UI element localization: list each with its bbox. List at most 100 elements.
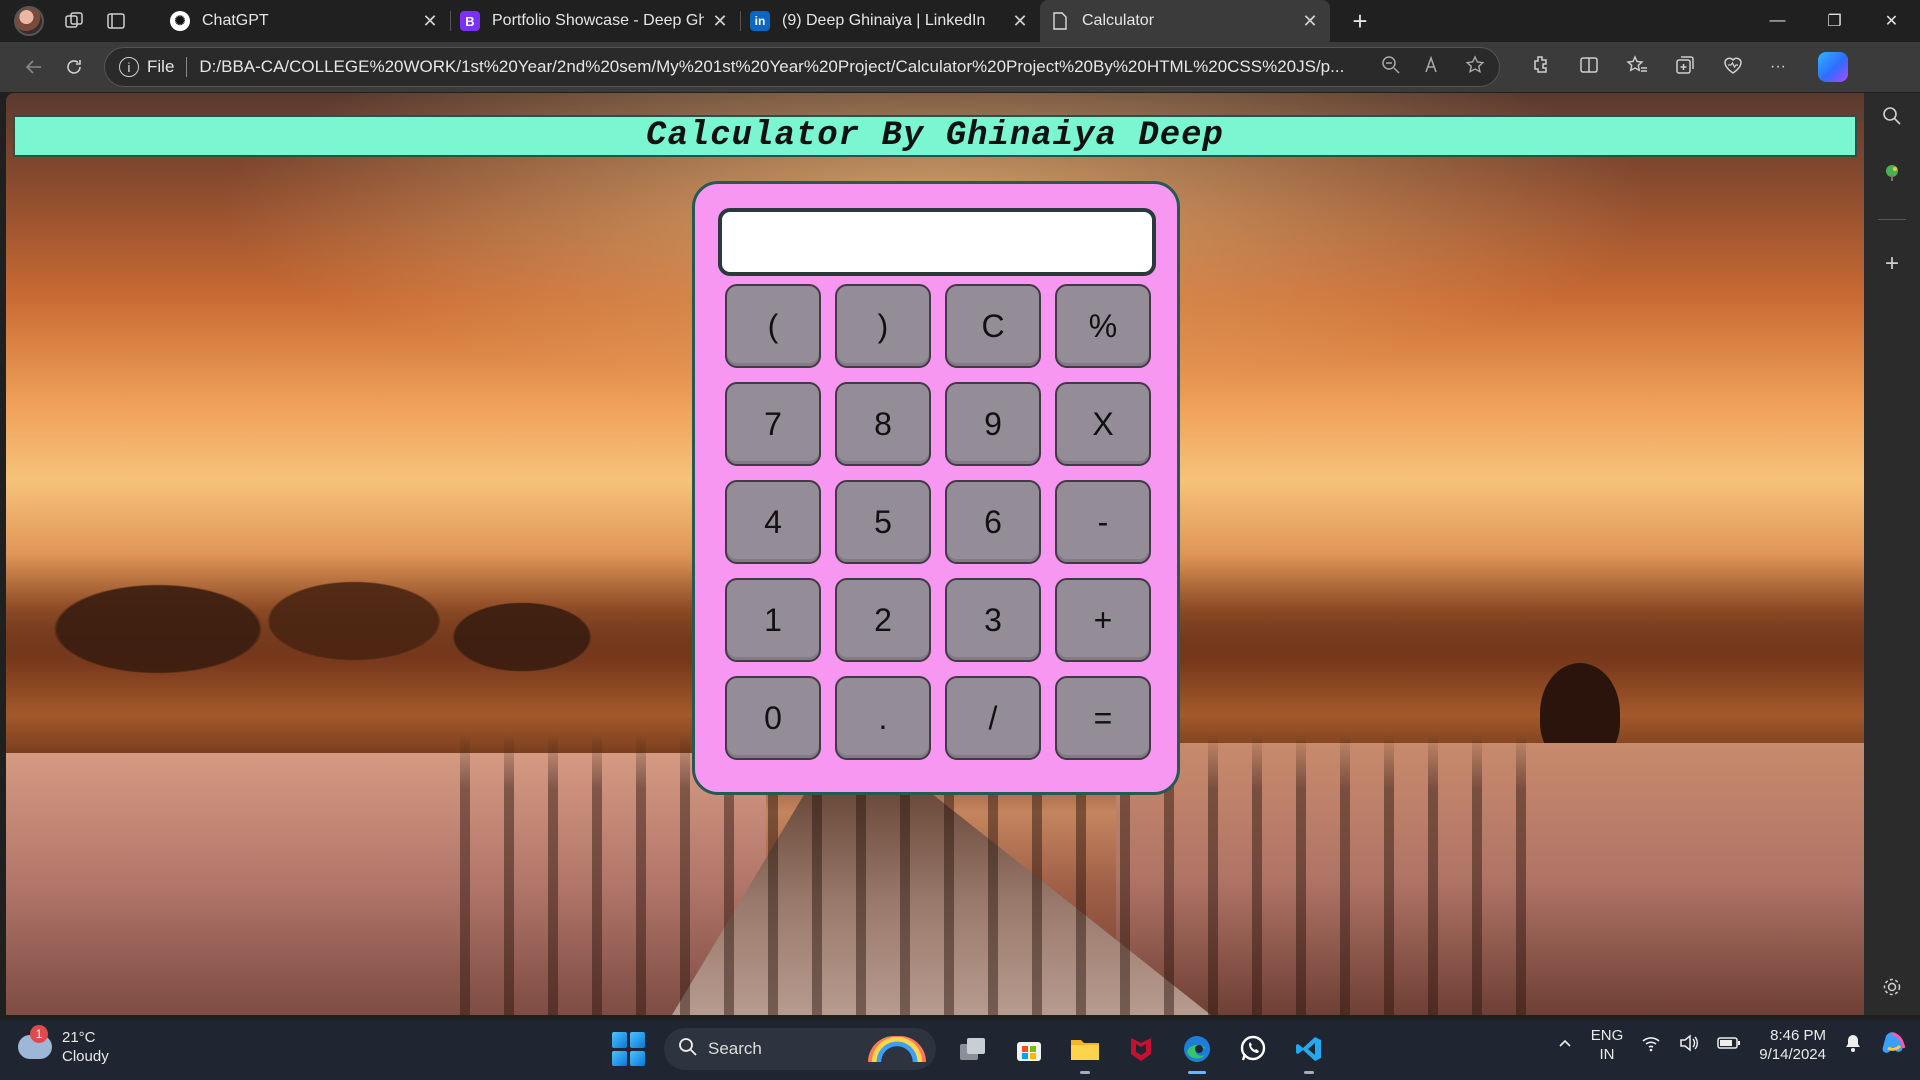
sidebar-tree-icon[interactable] bbox=[1881, 162, 1903, 189]
tab-portfolio[interactable]: B Portfolio Showcase - Deep Ghinaiya ✕ bbox=[450, 0, 740, 42]
page-icon bbox=[1050, 11, 1070, 31]
taskbar-center: Search bbox=[612, 1028, 1328, 1074]
key-2[interactable]: 2 bbox=[835, 578, 931, 662]
scheme-label: File bbox=[147, 57, 175, 76]
language-code: ENG bbox=[1590, 1027, 1624, 1044]
extensions-icon[interactable] bbox=[1530, 54, 1552, 81]
copilot-icon[interactable] bbox=[1817, 52, 1848, 82]
workspaces-icon[interactable] bbox=[62, 9, 86, 33]
zoom-out-icon[interactable] bbox=[1381, 55, 1401, 80]
key-multiply[interactable]: X bbox=[1055, 382, 1151, 466]
page-viewport: Calculator By Ghinaiya Deep ( ) C % 7 8 … bbox=[6, 93, 1864, 1015]
key-divide[interactable]: / bbox=[945, 676, 1041, 760]
key-add[interactable]: + bbox=[1055, 578, 1151, 662]
weather-text: 21°C Cloudy bbox=[62, 1028, 109, 1066]
address-actions bbox=[1381, 54, 1485, 80]
system-clock[interactable]: 8:46 PM 9/14/2024 bbox=[1759, 1026, 1826, 1064]
key-1[interactable]: 1 bbox=[725, 578, 821, 662]
sidebar-separator bbox=[1878, 219, 1906, 220]
key-5[interactable]: 5 bbox=[835, 480, 931, 564]
key-9[interactable]: 9 bbox=[945, 382, 1041, 466]
file-explorer-icon[interactable] bbox=[1066, 1030, 1104, 1074]
wifi-icon[interactable] bbox=[1641, 1034, 1661, 1056]
site-info-icon[interactable]: i bbox=[119, 57, 139, 77]
split-screen-icon[interactable] bbox=[1578, 54, 1600, 81]
key-8[interactable]: 8 bbox=[835, 382, 931, 466]
tab-title: Portfolio Showcase - Deep Ghinaiya bbox=[492, 12, 704, 29]
linkedin-icon: in bbox=[750, 11, 770, 31]
task-view-icon[interactable] bbox=[954, 1030, 992, 1068]
close-tab-icon[interactable]: ✕ bbox=[420, 11, 440, 31]
calculator: ( ) C % 7 8 9 X 4 5 6 - 1 2 3 + 0 . / = bbox=[692, 181, 1180, 795]
close-window-icon[interactable]: ✕ bbox=[1863, 0, 1920, 42]
favorite-star-icon[interactable] bbox=[1465, 54, 1485, 80]
clock-date: 9/14/2024 bbox=[1759, 1046, 1826, 1063]
whatsapp-icon[interactable] bbox=[1234, 1030, 1272, 1068]
key-3[interactable]: 3 bbox=[945, 578, 1041, 662]
battery-icon[interactable] bbox=[1717, 1035, 1741, 1055]
key-4[interactable]: 4 bbox=[725, 480, 821, 564]
toolbar-right: ··· bbox=[1530, 52, 1848, 82]
url-text[interactable]: D:/BBA-CA/COLLEGE%20WORK/1st%20Year/2nd%… bbox=[199, 57, 1363, 77]
refresh-button[interactable] bbox=[54, 47, 94, 87]
edge-sidebar: + bbox=[1864, 93, 1920, 1015]
volume-icon[interactable] bbox=[1679, 1034, 1699, 1056]
tab-actions-icon[interactable] bbox=[104, 9, 128, 33]
address-divider bbox=[186, 57, 188, 77]
back-button[interactable] bbox=[14, 47, 54, 87]
key-6[interactable]: 6 bbox=[945, 480, 1041, 564]
tab-calculator[interactable]: Calculator ✕ bbox=[1040, 0, 1330, 42]
new-tab-button[interactable]: + bbox=[1342, 3, 1378, 39]
app-header: Calculator By Ghinaiya Deep bbox=[13, 115, 1857, 157]
system-tray: ENG IN 8:46 PM 9/14/2024 bbox=[1557, 1026, 1910, 1064]
key-clear[interactable]: C bbox=[945, 284, 1041, 368]
calculator-display[interactable] bbox=[718, 208, 1156, 276]
close-tab-icon[interactable]: ✕ bbox=[710, 11, 730, 31]
address-bar[interactable]: i File D:/BBA-CA/COLLEGE%20WORK/1st%20Ye… bbox=[104, 47, 1500, 87]
tab-linkedin[interactable]: in (9) Deep Ghinaiya | LinkedIn ✕ bbox=[740, 0, 1040, 42]
key-decimal[interactable]: . bbox=[835, 676, 931, 760]
notification-bell-icon[interactable] bbox=[1844, 1033, 1862, 1057]
restore-icon[interactable]: ❐ bbox=[1806, 0, 1863, 42]
weather-widget[interactable]: 1 21°C Cloudy bbox=[18, 1025, 109, 1066]
tab-title: (9) Deep Ghinaiya | LinkedIn bbox=[782, 12, 986, 29]
taskbar-search[interactable]: Search bbox=[664, 1028, 936, 1070]
windows-start-icon[interactable] bbox=[612, 1032, 646, 1066]
key-0[interactable]: 0 bbox=[725, 676, 821, 760]
key-subtract[interactable]: - bbox=[1055, 480, 1151, 564]
minimize-icon[interactable]: — bbox=[1749, 0, 1806, 42]
close-tab-icon[interactable]: ✕ bbox=[1300, 11, 1320, 31]
more-options-icon[interactable]: ··· bbox=[1770, 58, 1786, 76]
microsoft-store-icon[interactable] bbox=[1010, 1030, 1048, 1068]
key-close-paren[interactable]: ) bbox=[835, 284, 931, 368]
key-open-paren[interactable]: ( bbox=[725, 284, 821, 368]
edge-browser-icon[interactable] bbox=[1178, 1030, 1216, 1074]
language-indicator[interactable]: ENG IN bbox=[1591, 1026, 1624, 1064]
profile-avatar[interactable] bbox=[14, 6, 44, 36]
browser-essentials-icon[interactable] bbox=[1722, 54, 1744, 81]
sidebar-settings-icon[interactable] bbox=[1881, 976, 1903, 1003]
weather-temp: 21°C bbox=[62, 1029, 96, 1046]
key-equals[interactable]: = bbox=[1055, 676, 1151, 760]
browser-toolbar: i File D:/BBA-CA/COLLEGE%20WORK/1st%20Ye… bbox=[0, 42, 1920, 92]
tab-title: Calculator bbox=[1082, 12, 1155, 29]
windows-taskbar: 1 21°C Cloudy Search ENG IN 8:46 PM 9/14… bbox=[0, 1020, 1920, 1080]
collections-icon[interactable] bbox=[1674, 54, 1696, 81]
close-tab-icon[interactable]: ✕ bbox=[1010, 11, 1030, 31]
search-icon bbox=[678, 1037, 698, 1062]
sidebar-search-icon[interactable] bbox=[1881, 105, 1903, 132]
window-controls: — ❐ ✕ bbox=[1749, 0, 1920, 42]
favorites-icon[interactable] bbox=[1626, 54, 1648, 81]
language-region: IN bbox=[1599, 1046, 1615, 1063]
copilot-preview-icon[interactable] bbox=[1880, 1028, 1910, 1062]
tab-chatgpt[interactable]: ✺ ChatGPT ✕ bbox=[160, 0, 450, 42]
mcafee-icon[interactable] bbox=[1122, 1030, 1160, 1068]
read-aloud-icon[interactable] bbox=[1423, 55, 1443, 80]
vscode-icon[interactable] bbox=[1290, 1030, 1328, 1074]
key-percent[interactable]: % bbox=[1055, 284, 1151, 368]
background-trees bbox=[46, 533, 606, 693]
weather-badge: 1 bbox=[30, 1025, 48, 1043]
sidebar-add-icon[interactable]: + bbox=[1885, 250, 1899, 278]
key-7[interactable]: 7 bbox=[725, 382, 821, 466]
chevron-up-icon[interactable] bbox=[1557, 1035, 1573, 1055]
